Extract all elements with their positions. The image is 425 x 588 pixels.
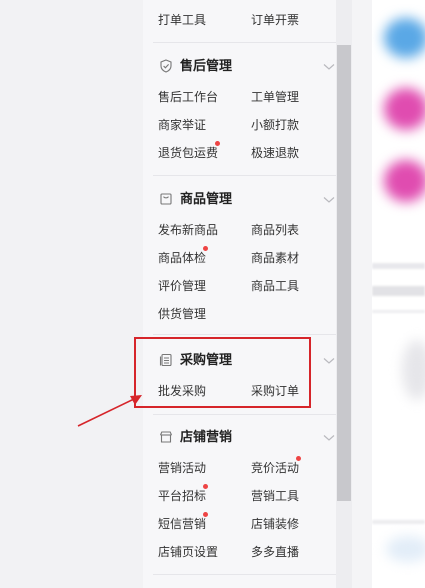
- pointer-arrow-icon: [77, 395, 142, 427]
